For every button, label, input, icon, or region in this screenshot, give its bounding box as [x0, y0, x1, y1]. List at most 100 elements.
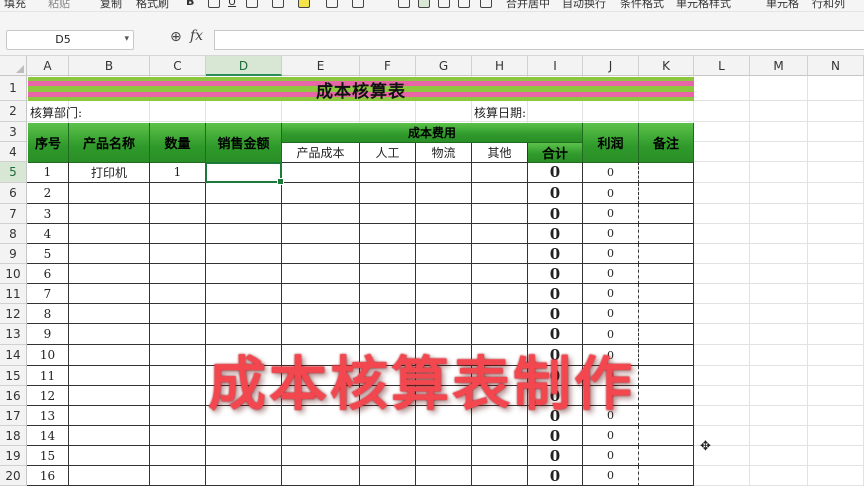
cell-quantity[interactable]: [150, 446, 206, 466]
cell-profit[interactable]: 0: [583, 162, 639, 183]
row-header-8[interactable]: 8: [0, 224, 27, 244]
header-profit[interactable]: 利润: [583, 123, 639, 163]
cell-product-name[interactable]: [69, 345, 150, 366]
cell-total[interactable]: 0: [528, 183, 583, 204]
table-cell[interactable]: [472, 466, 528, 486]
table-cell[interactable]: [639, 446, 694, 466]
cell-profit[interactable]: 0: [583, 426, 639, 446]
table-cell[interactable]: [282, 244, 360, 264]
wrap-text-button[interactable]: 自动换行: [562, 0, 606, 11]
column-header-m[interactable]: M: [750, 56, 808, 76]
column-header-c[interactable]: C: [150, 56, 206, 76]
row-header-20[interactable]: 20: [0, 466, 27, 486]
cell-product-name[interactable]: [69, 466, 150, 486]
header-other[interactable]: 其他: [472, 143, 528, 163]
table-cell[interactable]: [282, 224, 360, 244]
cell-total[interactable]: 0: [528, 224, 583, 244]
table-cell[interactable]: [472, 244, 528, 264]
fill-button[interactable]: 填充: [4, 0, 26, 11]
header-sales-amount[interactable]: 销售金额: [206, 123, 282, 163]
cell-total[interactable]: 0: [528, 204, 583, 224]
cell-seq[interactable]: 13: [27, 406, 69, 426]
table-cell[interactable]: [472, 224, 528, 244]
cell-seq[interactable]: 2: [27, 183, 69, 204]
fill-color-icon[interactable]: [272, 0, 284, 8]
table-cell[interactable]: [206, 466, 282, 486]
cell-product-name[interactable]: [69, 366, 150, 386]
merge-center-button[interactable]: 合并居中: [506, 0, 550, 11]
table-cell[interactable]: [416, 162, 472, 183]
formula-input[interactable]: [214, 30, 864, 50]
conditional-format-button[interactable]: 条件格式: [620, 0, 664, 11]
table-cell[interactable]: [639, 426, 694, 446]
cell-quantity[interactable]: [150, 204, 206, 224]
row-header-3[interactable]: 3: [0, 122, 27, 142]
cell-quantity[interactable]: [150, 264, 206, 284]
select-all-corner[interactable]: [0, 56, 27, 76]
cell-quantity[interactable]: [150, 224, 206, 244]
cell-profit[interactable]: 0: [583, 224, 639, 244]
justify-icon[interactable]: [458, 0, 470, 8]
column-header-i[interactable]: I: [528, 56, 583, 76]
border-icon[interactable]: [246, 0, 258, 8]
header-logistics[interactable]: 物流: [416, 143, 472, 163]
cell-seq[interactable]: 3: [27, 204, 69, 224]
cell-quantity[interactable]: [150, 406, 206, 426]
align-left-icon[interactable]: [398, 0, 410, 8]
cell-product-name[interactable]: [69, 446, 150, 466]
cell-profit[interactable]: 0: [583, 304, 639, 324]
cell-product-name[interactable]: [69, 386, 150, 406]
table-cell[interactable]: [416, 446, 472, 466]
column-header-h[interactable]: H: [472, 56, 528, 76]
header-labor[interactable]: 人工: [360, 143, 416, 163]
row-header-4[interactable]: 4: [0, 142, 27, 162]
row-header-14[interactable]: 14: [0, 345, 27, 366]
row-header-10[interactable]: 10: [0, 264, 27, 284]
header-product-name[interactable]: 产品名称: [69, 123, 150, 163]
table-cell[interactable]: [639, 345, 694, 366]
cell-profit[interactable]: 0: [583, 466, 639, 486]
cell-seq[interactable]: 7: [27, 284, 69, 304]
table-cell[interactable]: [472, 284, 528, 304]
table-cell[interactable]: [639, 406, 694, 426]
cell-button[interactable]: 单元格: [766, 0, 799, 11]
row-header-18[interactable]: 18: [0, 426, 27, 446]
column-header-j[interactable]: J: [583, 56, 639, 76]
chevron-down-icon[interactable]: ▾: [124, 34, 129, 44]
table-cell[interactable]: [472, 183, 528, 204]
copy-button[interactable]: 复制: [100, 0, 122, 11]
column-header-g[interactable]: G: [416, 56, 472, 76]
cell-seq[interactable]: 16: [27, 466, 69, 486]
cell-product-name[interactable]: [69, 284, 150, 304]
table-cell[interactable]: [360, 446, 416, 466]
cell-product-name[interactable]: [69, 264, 150, 284]
cell-quantity[interactable]: [150, 244, 206, 264]
cell-product-name[interactable]: [69, 406, 150, 426]
table-cell[interactable]: [416, 304, 472, 324]
table-cell[interactable]: [472, 304, 528, 324]
header-cost-group[interactable]: 成本费用: [282, 123, 583, 143]
table-cell[interactable]: [206, 446, 282, 466]
paste-button[interactable]: 粘贴: [48, 0, 70, 11]
cell-total[interactable]: 0: [528, 466, 583, 486]
table-cell[interactable]: [639, 324, 694, 345]
table-cell[interactable]: [416, 204, 472, 224]
distributed-icon[interactable]: [480, 0, 492, 8]
cell-quantity[interactable]: [150, 304, 206, 324]
selected-cell-d5[interactable]: [205, 162, 284, 185]
header-product-cost[interactable]: 产品成本: [282, 143, 360, 163]
column-header-n[interactable]: N: [808, 56, 864, 76]
cell-product-name[interactable]: [69, 426, 150, 446]
row-header-6[interactable]: 6: [0, 183, 27, 204]
table-cell[interactable]: [282, 446, 360, 466]
align-center-icon[interactable]: [418, 0, 430, 8]
cell-total[interactable]: 0: [528, 244, 583, 264]
table-cell[interactable]: [360, 284, 416, 304]
row-header-19[interactable]: 19: [0, 446, 27, 466]
row-header-5[interactable]: 5: [0, 162, 27, 183]
table-cell[interactable]: [639, 204, 694, 224]
cell-product-name[interactable]: [69, 183, 150, 204]
table-cell[interactable]: [206, 426, 282, 446]
clear-icon[interactable]: [352, 0, 364, 8]
table-cell[interactable]: [282, 264, 360, 284]
